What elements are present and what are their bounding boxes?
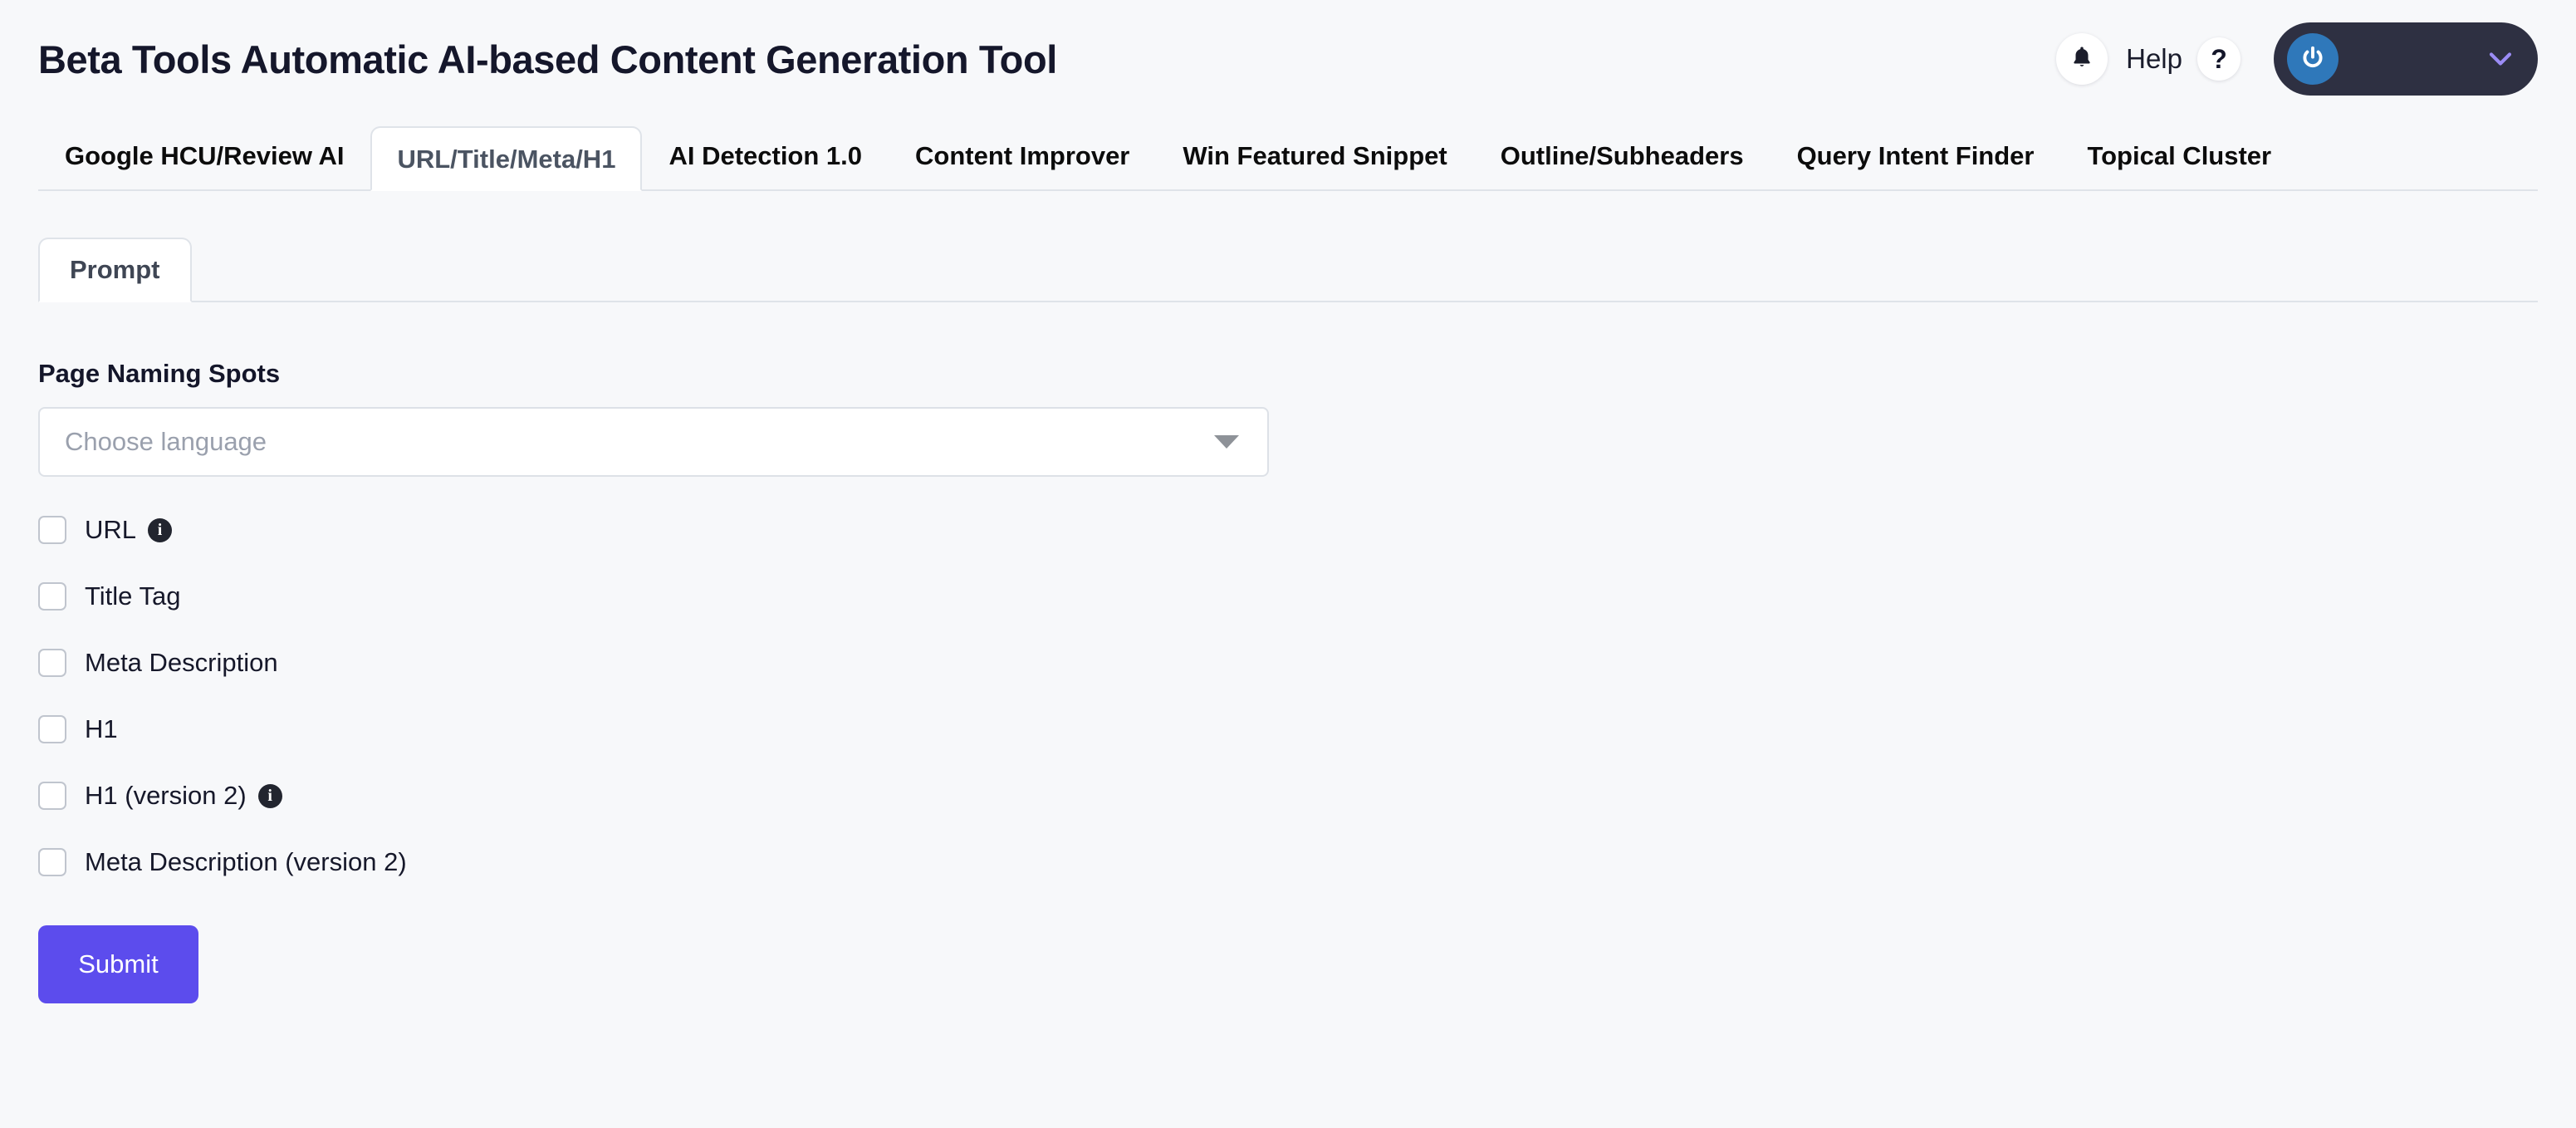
language-select-placeholder: Choose language [65, 427, 267, 456]
checkbox-label-h1: H1 [85, 714, 118, 743]
primary-tabs: Google HCU/Review AI URL/Title/Meta/H1 A… [38, 126, 2538, 191]
checkbox-h1[interactable] [38, 715, 66, 743]
checkbox-row-url[interactable]: URL i [38, 513, 2538, 547]
account-menu-button[interactable] [2274, 22, 2538, 96]
chevron-down-icon [2486, 50, 2515, 68]
bell-icon [2069, 44, 2094, 75]
language-select[interactable]: Choose language [38, 407, 1269, 477]
naming-spots-checklist: URL i Title Tag Meta Description H1 H1 (… [38, 513, 2538, 879]
checkbox-row-meta-description-version-2[interactable]: Meta Description (version 2) [38, 846, 2538, 879]
checkbox-h1-version-2[interactable] [38, 782, 66, 810]
checkbox-row-h1[interactable]: H1 [38, 713, 2538, 746]
app-header: Beta Tools Automatic AI-based Content Ge… [0, 0, 2576, 118]
notifications-button[interactable] [2056, 33, 2108, 85]
sub-tabs: Prompt [38, 238, 2538, 302]
page-naming-spots-label: Page Naming Spots [38, 359, 281, 388]
tab-content-improver[interactable]: Content Improver [889, 125, 1156, 189]
prompt-form: Page Naming Spots Choose language URL i … [0, 359, 2576, 1003]
checkbox-label-title-tag: Title Tag [85, 581, 181, 611]
tab-ai-detection[interactable]: AI Detection 1.0 [642, 125, 889, 189]
submit-button[interactable]: Submit [38, 925, 198, 1003]
help-label: Help [2126, 43, 2182, 74]
help-icon[interactable]: ? [2197, 37, 2241, 81]
tab-google-hcu-review-ai[interactable]: Google HCU/Review AI [38, 125, 370, 189]
primary-tabs-container: Google HCU/Review AI URL/Title/Meta/H1 A… [0, 126, 2576, 191]
checkbox-title-tag[interactable] [38, 582, 66, 611]
checkbox-row-meta-description[interactable]: Meta Description [38, 646, 2538, 679]
help-group[interactable]: Help ? [2126, 37, 2241, 81]
header-actions: Help ? [2056, 22, 2538, 96]
info-icon[interactable]: i [257, 783, 282, 808]
tab-url-title-meta-h1[interactable]: URL/Title/Meta/H1 [370, 126, 643, 191]
checkbox-label-h1-version-2: H1 (version 2) [85, 781, 247, 810]
checkbox-label-meta-description: Meta Description [85, 648, 278, 677]
checkbox-label-meta-description-version-2: Meta Description (version 2) [85, 847, 407, 876]
tab-outline-subheaders[interactable]: Outline/Subheaders [1474, 125, 1770, 189]
tab-topical-cluster[interactable]: Topical Cluster [2060, 125, 2298, 189]
tab-query-intent-finder[interactable]: Query Intent Finder [1770, 125, 2061, 189]
checkbox-meta-description[interactable] [38, 649, 66, 677]
checkbox-meta-description-version-2[interactable] [38, 848, 66, 876]
chevron-down-icon [1214, 435, 1239, 449]
info-icon[interactable]: i [148, 517, 173, 542]
sub-tabs-container: Prompt [0, 238, 2576, 302]
page-title: Beta Tools Automatic AI-based Content Ge… [38, 37, 1057, 81]
checkbox-row-title-tag[interactable]: Title Tag [38, 580, 2538, 613]
checkbox-url[interactable] [38, 516, 66, 544]
checkbox-row-h1-version-2[interactable]: H1 (version 2) i [38, 779, 2538, 812]
subtab-prompt[interactable]: Prompt [38, 238, 192, 302]
checkbox-label-url: URL [85, 515, 137, 544]
tab-win-featured-snippet[interactable]: Win Featured Snippet [1156, 125, 1473, 189]
power-icon [2287, 33, 2338, 85]
